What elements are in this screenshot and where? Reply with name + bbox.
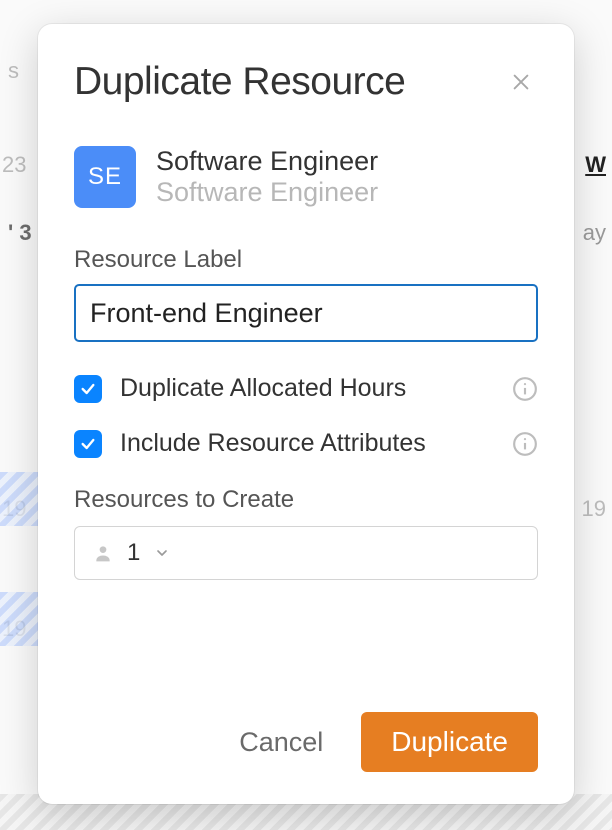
bg-fragment: 23 [2,152,26,178]
check-icon [80,435,96,453]
bg-fragment: 19 [582,496,606,522]
resources-to-create-select[interactable]: 1 [74,526,538,580]
bg-stripe [0,592,40,646]
person-icon [93,543,113,563]
duplicate-resource-modal: Duplicate Resource SE Software Engineer … [38,24,574,804]
chevron-down-icon [154,545,170,561]
check-icon [80,380,96,398]
info-icon[interactable] [512,431,538,457]
modal-title: Duplicate Resource [74,60,405,104]
duplicate-hours-label: Duplicate Allocated Hours [120,374,494,403]
modal-footer: Cancel Duplicate [74,712,538,772]
bg-fragment: ay [583,220,606,246]
close-icon [510,71,532,93]
include-attributes-option[interactable]: Include Resource Attributes [74,429,538,458]
resource-avatar: SE [74,146,136,208]
close-button[interactable] [504,65,538,99]
duplicate-hours-checkbox[interactable] [74,375,102,403]
resources-to-create-label: Resources to Create [74,486,538,514]
info-icon[interactable] [512,376,538,402]
resource-role: Software Engineer [156,177,378,208]
resource-label-input[interactable] [74,284,538,342]
modal-header: Duplicate Resource [74,60,538,104]
bg-stripe [0,472,40,526]
bg-fragment: ' 3 [8,220,32,246]
duplicate-button[interactable]: Duplicate [361,712,538,772]
duplicate-hours-option[interactable]: Duplicate Allocated Hours [74,374,538,403]
resources-to-create-value: 1 [127,539,140,567]
include-attributes-label: Include Resource Attributes [120,429,494,458]
bg-fragment: W [585,152,606,178]
resource-name: Software Engineer [156,146,378,177]
include-attributes-checkbox[interactable] [74,430,102,458]
resource-names: Software Engineer Software Engineer [156,146,378,208]
resource-summary: SE Software Engineer Software Engineer [74,146,538,208]
bg-fragment: s [8,58,19,84]
resource-label-field-label: Resource Label [74,246,538,274]
cancel-button[interactable]: Cancel [235,717,327,768]
